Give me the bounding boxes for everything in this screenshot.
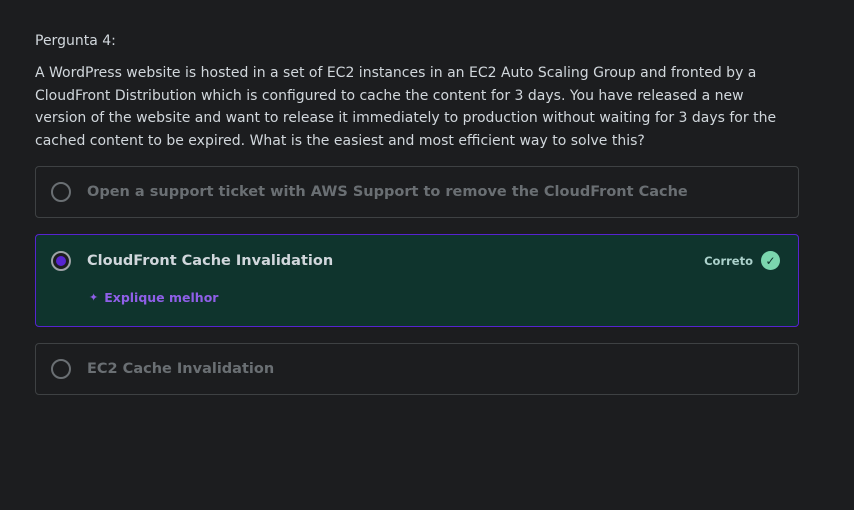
question-number: Pergunta 4: <box>35 33 116 49</box>
answer-label: CloudFront Cache Invalidation <box>87 253 334 269</box>
answer-label: EC2 Cache Invalidation <box>87 361 275 377</box>
radio-button-selected[interactable] <box>51 251 71 271</box>
correct-badge: Correto ✓ <box>704 251 780 270</box>
answer-option-2[interactable]: CloudFront Cache Invalidation Correto ✓ … <box>35 234 799 327</box>
explain-better-link[interactable]: ✦ Explique melhor <box>89 290 218 305</box>
answer-option-1[interactable]: Open a support ticket with AWS Support t… <box>35 166 799 218</box>
radio-button[interactable] <box>51 359 71 379</box>
explain-label: Explique melhor <box>104 290 219 305</box>
answer-label: Open a support ticket with AWS Support t… <box>87 184 688 200</box>
radio-button[interactable] <box>51 182 71 202</box>
question-text: A WordPress website is hosted in a set o… <box>35 65 777 149</box>
answer-option-3[interactable]: EC2 Cache Invalidation <box>35 343 799 395</box>
sparkle-icon: ✦ <box>89 291 99 304</box>
check-icon: ✓ <box>761 251 780 270</box>
correct-label: Correto <box>704 253 753 268</box>
